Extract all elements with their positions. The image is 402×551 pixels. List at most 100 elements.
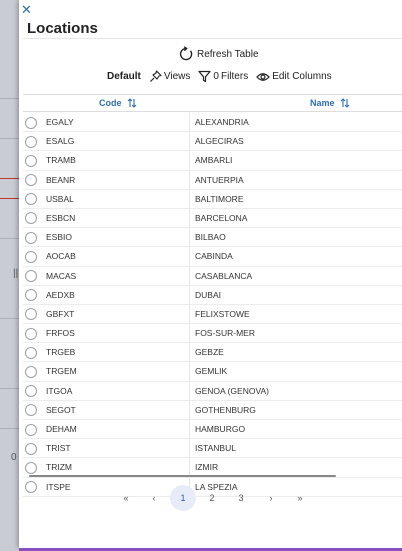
table-row[interactable]: AEDXB DUBAI (23, 285, 402, 305)
previous-page-button[interactable]: ‹ (141, 485, 167, 511)
horizontal-scrollbar[interactable] (29, 475, 336, 477)
page-button-3[interactable]: 3 (228, 485, 254, 511)
pin-icon (149, 70, 162, 82)
edit-columns-label: Edit Columns (272, 71, 332, 82)
column-divider (189, 151, 190, 170)
cell-name: GEBZE (195, 347, 224, 358)
cell-code: EGALY (46, 117, 74, 127)
column-divider (189, 132, 190, 151)
cell-code: ESALG (46, 136, 75, 147)
column-header-name-label: Name (310, 98, 335, 108)
views-button[interactable]: Views (149, 70, 190, 83)
edit-columns-button[interactable]: Edit Columns (256, 71, 332, 83)
table-row[interactable]: MACAS CASABLANCA (23, 266, 402, 286)
table-body: EGALY ALEXANDRIA ESALG ALGECIRAS TRAMB AMBARL… (23, 113, 402, 497)
refresh-icon (179, 46, 193, 61)
table-row[interactable]: EGALY ALEXANDRIA (23, 113, 402, 133)
row-select-radio[interactable] (25, 404, 37, 417)
background-divider (0, 98, 20, 99)
row-select-radio[interactable] (25, 327, 37, 340)
column-header-code[interactable]: Code (99, 98, 137, 108)
row-select-radio[interactable] (25, 193, 37, 206)
cell-code: SEGOT (46, 404, 76, 415)
table-row[interactable]: SEGOT GOTHENBURG (23, 400, 402, 420)
table-row[interactable]: TRGEB GEBZE (23, 343, 402, 363)
refresh-table-label: Refresh Table (197, 48, 259, 60)
row-select-radio[interactable] (25, 231, 37, 244)
row-select-radio[interactable] (25, 174, 37, 187)
table-row[interactable]: TRAMB AMBARLI (23, 151, 402, 171)
column-header-name[interactable]: Name (310, 98, 350, 108)
table-row[interactable]: ESBIO BILBAO (23, 228, 402, 248)
column-divider (189, 381, 190, 400)
column-divider (189, 439, 190, 458)
column-divider (189, 113, 190, 132)
row-select-radio[interactable] (25, 270, 37, 282)
column-divider (189, 458, 190, 477)
background-divider (0, 388, 20, 389)
cell-name: AMBARLI (195, 155, 233, 166)
column-divider (189, 324, 190, 343)
table-row[interactable]: FRFOS FOS-SUR-MER (23, 324, 402, 344)
row-select-radio[interactable] (25, 135, 37, 148)
pagination: « ‹ 1 2 3 › » (19, 485, 402, 513)
page-button-1[interactable]: 1 (170, 485, 196, 511)
row-select-radio[interactable] (25, 250, 37, 263)
refresh-table-button[interactable]: Refresh Table (178, 46, 259, 62)
column-divider (189, 208, 190, 228)
table-row[interactable]: GBFXT FELIXSTOWE (23, 304, 402, 325)
cell-name: ALGECIRAS (195, 136, 244, 147)
row-select-radio[interactable] (25, 289, 37, 302)
column-divider (189, 170, 190, 189)
row-select-radio[interactable] (25, 346, 37, 359)
cell-name: GOTHENBURG (195, 404, 256, 415)
cell-name: CABINDA (195, 251, 233, 262)
cell-code: TRIZM (46, 462, 72, 473)
cell-name: CASABLANCA (195, 270, 253, 281)
table-row[interactable]: USBAL BALTIMORE (23, 189, 402, 209)
column-divider (189, 266, 190, 285)
sort-icon (127, 98, 136, 108)
filters-button[interactable]: 0 Filters (198, 70, 248, 83)
cell-name: DUBAI (195, 289, 221, 300)
row-select-radio[interactable] (25, 116, 37, 129)
column-divider (189, 400, 190, 419)
row-select-radio[interactable] (25, 365, 37, 378)
row-select-radio[interactable] (25, 442, 37, 455)
table-row[interactable]: ESBCN BARCELONA (23, 208, 402, 229)
first-page-button[interactable]: « (113, 485, 139, 511)
cell-code: AOCAB (46, 251, 76, 262)
column-divider (189, 343, 190, 362)
table-row[interactable]: TRGEM GEMLIK (23, 362, 402, 382)
column-header-code-label: Code (99, 98, 122, 108)
cell-name: GEMLIK (195, 366, 228, 377)
page-button-2[interactable]: 2 (199, 485, 225, 511)
row-select-radio[interactable] (25, 212, 37, 225)
table-row[interactable]: ITGOA GENOA (GENOVA) (23, 381, 402, 401)
table-row[interactable]: TRIST ISTANBUL (23, 439, 402, 459)
background-divider (0, 178, 20, 179)
table-row[interactable]: ESALG ALGECIRAS (23, 132, 402, 152)
table-row[interactable]: AOCAB CABINDA (23, 247, 402, 267)
table-row[interactable]: BEANR ANTUERPIA (23, 170, 402, 190)
row-select-radio[interactable] (25, 461, 37, 474)
background-divider (0, 198, 20, 199)
next-page-button[interactable]: › (258, 485, 284, 511)
background-divider (0, 138, 20, 139)
filters-count: 0 (213, 71, 219, 82)
row-select-radio[interactable] (25, 154, 37, 167)
row-select-radio[interactable] (25, 308, 37, 321)
last-page-button[interactable]: » (287, 485, 313, 511)
column-divider (189, 420, 190, 439)
table-toolbar: Default Views 0 Filters Edit Columns (107, 70, 340, 83)
column-divider (189, 285, 190, 304)
row-select-radio[interactable] (25, 385, 37, 398)
close-icon[interactable]: ✕ (21, 3, 32, 16)
background-app: ||| 0 (0, 0, 21, 551)
cell-code: TRIST (46, 443, 71, 454)
cell-code: TRAMB (46, 155, 76, 166)
cell-code: TRGEM (46, 366, 77, 377)
row-select-radio[interactable] (25, 423, 37, 436)
background-glyph: 0 (11, 452, 17, 463)
table-row[interactable]: DEHAM HAMBURGO (23, 420, 402, 440)
